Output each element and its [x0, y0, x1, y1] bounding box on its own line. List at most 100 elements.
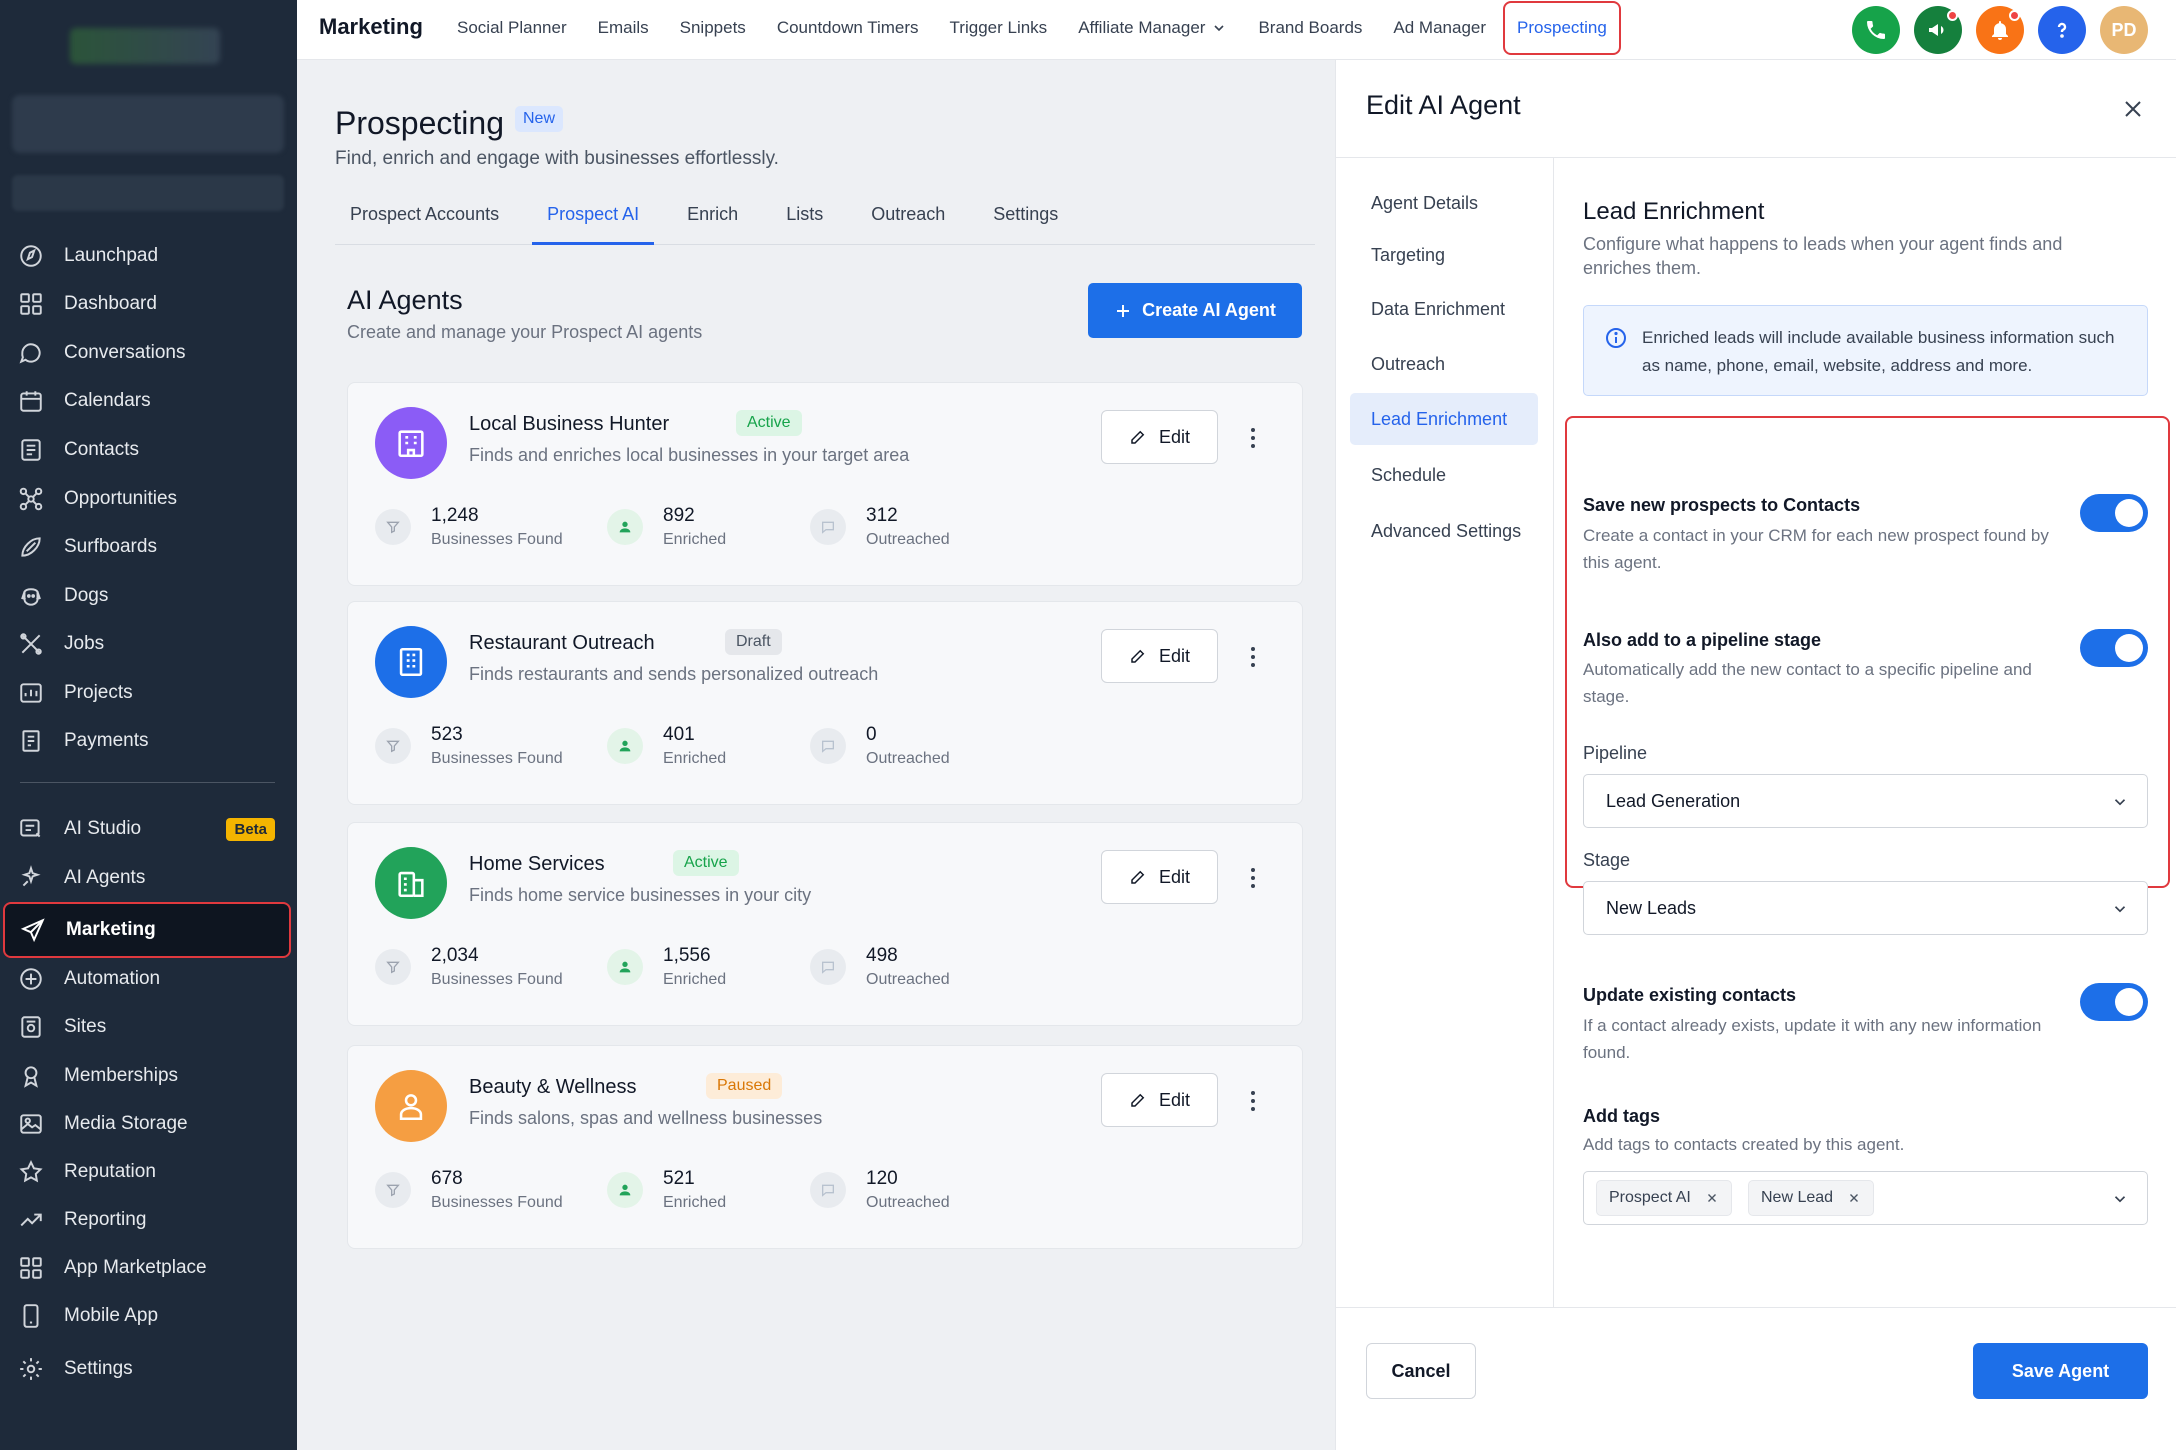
nav-prospecting[interactable]: Prospecting — [1503, 1, 1621, 55]
tab-prospect-ai[interactable]: Prospect AI — [532, 185, 655, 245]
sidebar-item-reputation[interactable]: Reputation — [0, 1150, 297, 1194]
edit-button[interactable]: Edit — [1101, 629, 1218, 683]
tag-chip: New Lead — [1748, 1180, 1875, 1216]
cancel-button[interactable]: Cancel — [1366, 1343, 1476, 1399]
stat-value: 1,248 — [431, 505, 479, 526]
sidebar-item-launchpad[interactable]: Launchpad — [0, 234, 297, 278]
sidebar-item-media-storage[interactable]: Media Storage — [0, 1102, 297, 1146]
tab-lists[interactable]: Lists — [771, 185, 838, 245]
chat-bubble-icon — [810, 949, 846, 985]
phone-button[interactable] — [1852, 6, 1900, 54]
update-contacts-toggle[interactable] — [2080, 983, 2148, 1021]
edit-button[interactable]: Edit — [1101, 850, 1218, 904]
account-switcher[interactable] — [12, 95, 284, 153]
sidebar-item-dogs[interactable]: Dogs — [0, 574, 297, 618]
remove-tag-button[interactable] — [1847, 1191, 1861, 1205]
nav-emails[interactable]: Emails — [598, 18, 649, 38]
sidebar-item-label: Reputation — [64, 1161, 156, 1182]
more-options-button[interactable] — [1238, 421, 1268, 455]
user-avatar[interactable]: PD — [2100, 6, 2148, 54]
tags-input[interactable]: Prospect AI New Lead — [1583, 1171, 2148, 1225]
sidebar-item-conversations[interactable]: Conversations — [0, 331, 297, 375]
nav-trigger-links[interactable]: Trigger Links — [950, 18, 1048, 38]
agent-card[interactable]: Restaurant Outreach Draft Finds restaura… — [347, 601, 1303, 805]
edit-button[interactable]: Edit — [1101, 410, 1218, 464]
user-icon — [607, 728, 643, 764]
sidebar-item-mobile-app[interactable]: Mobile App — [0, 1294, 297, 1338]
create-ai-agent-button[interactable]: Create AI Agent — [1088, 283, 1302, 338]
sidebar-item-dashboard[interactable]: Dashboard — [0, 282, 297, 326]
stat-value: 401 — [663, 724, 695, 745]
building-icon — [399, 647, 423, 677]
remove-tag-button[interactable] — [1705, 1191, 1719, 1205]
chat-bubble-icon — [810, 1172, 846, 1208]
more-options-button[interactable] — [1238, 1084, 1268, 1118]
sidebar-item-app-marketplace[interactable]: App Marketplace — [0, 1246, 297, 1290]
chevron-down-icon — [2114, 799, 2126, 806]
sidebar-item-projects[interactable]: Projects — [0, 671, 297, 715]
sidebar-item-contacts[interactable]: Contacts — [0, 428, 297, 472]
sidebar-item-memberships[interactable]: Memberships — [0, 1054, 297, 1098]
pipeline-stage-toggle[interactable] — [2080, 629, 2148, 667]
tab-prospect-accounts[interactable]: Prospect Accounts — [335, 185, 514, 245]
agent-name: Home Services — [469, 853, 605, 875]
nav-countdown-timers[interactable]: Countdown Timers — [777, 18, 919, 38]
panel-nav-targeting[interactable]: Targeting — [1350, 229, 1538, 281]
pipeline-select[interactable]: Lead Generation — [1583, 774, 2148, 828]
nav-snippets[interactable]: Snippets — [680, 18, 746, 38]
tools-icon — [20, 633, 42, 655]
agent-card[interactable]: Local Business Hunter Active Finds and e… — [347, 382, 1303, 586]
panel-nav-lead-enrichment[interactable]: Lead Enrichment — [1350, 393, 1538, 445]
panel-nav-schedule[interactable]: Schedule — [1350, 449, 1538, 501]
sidebar-item-jobs[interactable]: Jobs — [0, 622, 297, 666]
panel-nav-outreach[interactable]: Outreach — [1350, 338, 1538, 390]
panel-nav-advanced-settings[interactable]: Advanced Settings — [1350, 505, 1538, 557]
nav-affiliate-manager[interactable]: Affiliate Manager — [1078, 18, 1227, 38]
sidebar-item-sites[interactable]: Sites — [0, 1005, 297, 1049]
nav-ad-manager[interactable]: Ad Manager — [1393, 18, 1486, 38]
filter-icon — [375, 1172, 411, 1208]
building-icon — [398, 430, 424, 458]
ai-agents-icon — [21, 865, 41, 887]
agent-card[interactable]: Beauty & Wellness Paused Finds salons, s… — [347, 1045, 1303, 1249]
sidebar-item-marketing[interactable]: Marketing — [3, 902, 291, 958]
sidebar-item-reporting[interactable]: Reporting — [0, 1198, 297, 1242]
sidebar-item-settings[interactable]: Settings — [0, 1347, 297, 1391]
sidebar-item-ai-studio[interactable]: AI Studio Beta — [0, 807, 297, 851]
sidebar-item-surfboards[interactable]: Surfboards — [0, 525, 297, 569]
nav-social-planner[interactable]: Social Planner — [457, 18, 567, 38]
sidebar-item-automation[interactable]: Automation — [0, 957, 297, 1001]
save-contacts-toggle[interactable] — [2080, 494, 2148, 532]
pencil-icon — [1131, 430, 1145, 444]
edit-button[interactable]: Edit — [1101, 1073, 1218, 1127]
announcements-button[interactable] — [1914, 6, 1962, 54]
sidebar-item-opportunities[interactable]: Opportunities — [0, 477, 297, 521]
help-button[interactable] — [2038, 6, 2086, 54]
stat-label: Businesses Found — [431, 1194, 563, 1211]
more-options-button[interactable] — [1238, 640, 1268, 674]
sidebar-item-calendars[interactable]: Calendars — [0, 379, 297, 423]
gear-icon — [20, 1358, 42, 1380]
sidebar-item-payments[interactable]: Payments — [0, 719, 297, 763]
save-agent-button[interactable]: Save Agent — [1973, 1343, 2148, 1399]
close-button[interactable] — [2118, 94, 2148, 124]
sidebar-item-label: Launchpad — [64, 245, 159, 266]
tab-settings[interactable]: Settings — [978, 185, 1073, 245]
stage-select[interactable]: New Leads — [1583, 881, 2148, 935]
add-tags-label: Add tags — [1583, 1106, 1661, 1126]
sidebar-item-label: AI Studio — [64, 818, 142, 839]
agent-card[interactable]: Home Services Active Finds home service … — [347, 822, 1303, 1026]
stat-label: Businesses Found — [431, 750, 563, 767]
sidebar-item-ai-agents[interactable]: AI Agents — [0, 856, 297, 900]
notifications-button[interactable] — [1976, 6, 2024, 54]
stat-label: Outreached — [866, 531, 950, 548]
more-options-button[interactable] — [1238, 861, 1268, 895]
tab-outreach[interactable]: Outreach — [856, 185, 960, 245]
panel-nav-data-enrichment[interactable]: Data Enrichment — [1350, 283, 1538, 335]
panel-nav-agent-details[interactable]: Agent Details — [1350, 177, 1538, 229]
pipeline-label: Pipeline — [1583, 743, 1648, 763]
sidebar-search[interactable] — [12, 175, 284, 211]
stat-value: 498 — [866, 945, 898, 966]
tab-enrich[interactable]: Enrich — [672, 185, 753, 245]
nav-brand-boards[interactable]: Brand Boards — [1258, 18, 1362, 38]
